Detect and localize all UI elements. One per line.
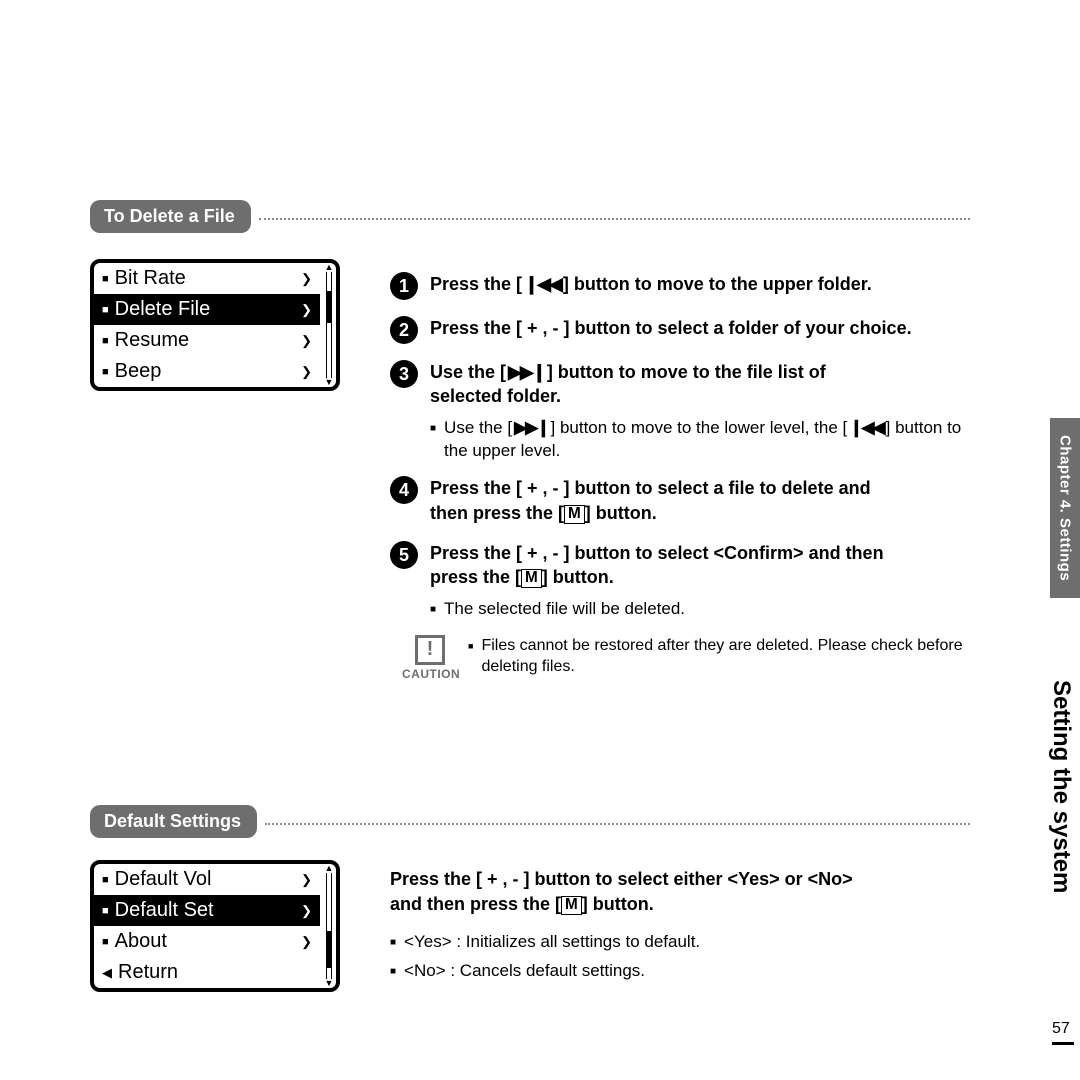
step-1-text: Press the [❙◀◀] button to move to the up… <box>430 272 872 300</box>
chevron-right-icon: ❯ <box>301 271 312 287</box>
step-5-sub-text: The selected file will be deleted. <box>444 598 685 621</box>
scroll-down-icon: ▼ <box>325 378 334 387</box>
chevron-right-icon: ❯ <box>301 333 312 349</box>
prev-track-icon: ❙◀◀ <box>522 272 563 296</box>
step-3: 3 Use the [▶▶❙] button to move to the fi… <box>390 360 980 409</box>
step-5-text: Press the [ + , - ] button to select <Co… <box>430 541 884 590</box>
heading-row: To Delete a File <box>90 200 970 233</box>
steps-list: 1 Press the [❙◀◀] button to move to the … <box>390 272 980 681</box>
scroll-down-icon: ▼ <box>325 979 334 988</box>
bullet-square-icon: ■ <box>102 874 109 886</box>
default-settings-body: Press the [ + , - ] button to select eit… <box>390 867 980 989</box>
scrollbar: ▲ ▼ <box>322 263 336 387</box>
option-no: ■ <No> : Cancels default settings. <box>390 960 980 983</box>
page-number-bar <box>1052 1042 1074 1045</box>
option-yes: ■ <Yes> : Initializes all settings to de… <box>390 931 980 954</box>
dot-leader <box>259 218 970 220</box>
bullet-square-icon: ■ <box>390 965 396 988</box>
exclamation-icon: ! <box>415 635 445 665</box>
bullet-square-icon: ■ <box>468 640 473 683</box>
step-2: 2 Press the [ + , - ] button to select a… <box>390 316 980 344</box>
m-button-icon: M <box>521 569 542 588</box>
heading-default-settings: Default Settings <box>90 805 257 838</box>
menu-item-default-vol: ■ Default Vol ❯ <box>94 864 320 895</box>
device-screen-default: ■ Default Vol ❯ ■ Default Set ❯ ■ About … <box>90 860 340 992</box>
section-delete-file: To Delete a File ■ Bit Rate ❯ ■ Delete F… <box>90 200 970 391</box>
step-badge-3: 3 <box>390 360 418 388</box>
menu-item-delete-file: ■ Delete File ❯ <box>94 294 320 325</box>
step-4-text: Press the [ + , - ] button to select a f… <box>430 476 871 525</box>
device-screen-delete: ■ Bit Rate ❯ ■ Delete File ❯ ■ Resume ❯ … <box>90 259 340 391</box>
chevron-right-icon: ❯ <box>301 302 312 318</box>
heading-delete-file: To Delete a File <box>90 200 251 233</box>
bullet-square-icon: ■ <box>102 366 109 378</box>
caution-icon: ! CAUTION <box>402 635 458 681</box>
scroll-up-icon: ▲ <box>325 263 334 272</box>
bullet-square-icon: ■ <box>102 304 109 316</box>
menu-item-beep: ■ Beep ❯ <box>94 356 320 387</box>
return-icon: ◀ <box>102 965 112 981</box>
bullet-square-icon: ■ <box>390 936 396 959</box>
menu-item-bit-rate: ■ Bit Rate ❯ <box>94 263 320 294</box>
bullet-square-icon: ■ <box>430 603 436 626</box>
bullet-square-icon: ■ <box>102 335 109 347</box>
next-track-icon: ▶▶❙ <box>506 360 547 384</box>
prev-track-icon: ❙◀◀ <box>847 417 885 440</box>
step-3-sub: ■ Use the [▶▶❙] button to move to the lo… <box>430 417 980 463</box>
step-badge-2: 2 <box>390 316 418 344</box>
step-2-text: Press the [ + , - ] button to select a f… <box>430 316 912 344</box>
chevron-right-icon: ❯ <box>301 872 312 888</box>
chevron-right-icon: ❯ <box>301 903 312 919</box>
menu-item-return: ◀ Return <box>94 957 320 988</box>
step-badge-1: 1 <box>390 272 418 300</box>
step-5-sub: ■ The selected file will be deleted. <box>430 598 980 621</box>
page-section-title: Setting the system <box>1047 680 1075 893</box>
step-5: 5 Press the [ + , - ] button to select <… <box>390 541 980 590</box>
heading-row: Default Settings <box>90 805 970 838</box>
bullet-square-icon: ■ <box>102 936 109 948</box>
m-button-icon: M <box>561 896 582 915</box>
menu-item-about: ■ About ❯ <box>94 926 320 957</box>
step-3-text: Use the [▶▶❙] button to move to the file… <box>430 360 826 409</box>
page-number: 57 <box>1052 1020 1074 1045</box>
bullet-square-icon: ■ <box>430 422 436 468</box>
bullet-square-icon: ■ <box>102 273 109 285</box>
chevron-right-icon: ❯ <box>301 934 312 950</box>
caution-text: Files cannot be restored after they are … <box>481 635 980 678</box>
step-1: 1 Press the [❙◀◀] button to move to the … <box>390 272 980 300</box>
caution-box: ! CAUTION ■ Files cannot be restored aft… <box>402 635 980 681</box>
menu-item-default-set: ■ Default Set ❯ <box>94 895 320 926</box>
step-4: 4 Press the [ + , - ] button to select a… <box>390 476 980 525</box>
dot-leader <box>265 823 970 825</box>
step-badge-5: 5 <box>390 541 418 569</box>
menu-item-resume: ■ Resume ❯ <box>94 325 320 356</box>
step-3-sub-text: Use the [▶▶❙] button to move to the lowe… <box>444 417 980 463</box>
m-button-icon: M <box>564 505 585 524</box>
default-settings-main: Press the [ + , - ] button to select eit… <box>390 867 980 917</box>
chapter-tab: Chapter 4. Settings <box>1050 418 1080 598</box>
scroll-up-icon: ▲ <box>325 864 334 873</box>
scrollbar: ▲ ▼ <box>322 864 336 988</box>
chevron-right-icon: ❯ <box>301 364 312 380</box>
next-track-icon: ▶▶❙ <box>512 417 550 440</box>
step-badge-4: 4 <box>390 476 418 504</box>
section-default-settings: Default Settings ■ Default Vol ❯ ■ Defau… <box>90 805 970 992</box>
bullet-square-icon: ■ <box>102 905 109 917</box>
